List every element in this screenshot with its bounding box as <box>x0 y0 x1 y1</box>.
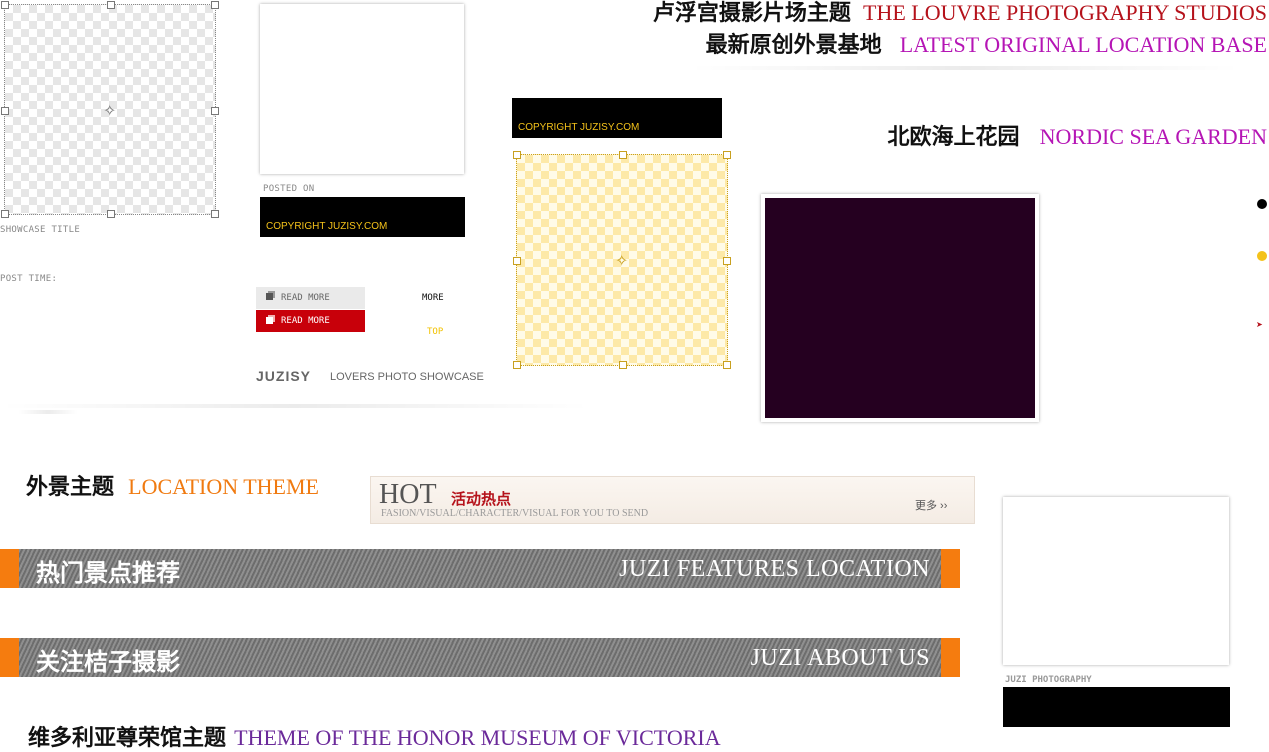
highlight-image-placeholder[interactable]: ✧ <box>513 151 731 369</box>
showcase-title: SHOWCASE TITLE <box>0 225 81 235</box>
resize-handle[interactable] <box>1 107 9 115</box>
hot-label: HOT <box>379 479 437 510</box>
brand-logo: JUZISY <box>256 368 312 384</box>
hot-events-bar: HOT 活动热点 FASION/VISUAL/CHARACTER/VISUAL … <box>370 476 975 524</box>
resize-handle[interactable] <box>619 151 627 159</box>
resize-handle[interactable] <box>211 210 219 218</box>
more-link[interactable]: 更多 ›› <box>915 497 947 513</box>
read-more-button[interactable]: READ MORE <box>256 287 365 309</box>
resize-handle[interactable] <box>723 257 731 265</box>
copyright-bar: COPYRIGHT JUZISY.COM <box>512 98 722 138</box>
yellow-dot-icon[interactable] <box>1257 251 1267 261</box>
latest-heading: 最新原创外景基地 LATEST ORIGINAL LOCATION BASE <box>705 32 1267 58</box>
more-link[interactable]: MORE <box>422 293 444 303</box>
resize-handle[interactable] <box>1 210 9 218</box>
resize-handle[interactable] <box>107 1 115 9</box>
copyright-text: COPYRIGHT JUZISY.COM <box>518 122 640 133</box>
location-theme-heading: 外景主题 LOCATION THEME <box>26 474 319 500</box>
copyright-text: COPYRIGHT JUZISY.COM <box>266 221 388 232</box>
photography-card <box>1003 497 1229 665</box>
top-link[interactable]: TOP <box>427 327 443 337</box>
hot-subtitle: FASION/VISUAL/CHARACTER/VISUAL FOR YOU T… <box>381 508 649 519</box>
hot-label-cn: 活动热点 <box>451 490 512 508</box>
resize-handle[interactable] <box>513 151 521 159</box>
resize-handle[interactable] <box>513 361 521 369</box>
shadow-divider <box>18 410 78 414</box>
resize-handle[interactable] <box>723 361 731 369</box>
resize-handle[interactable] <box>211 107 219 115</box>
read-more-label: READ MORE <box>281 293 330 303</box>
resize-handle[interactable] <box>1 1 9 9</box>
black-dot-icon[interactable] <box>1257 199 1267 209</box>
read-more-button-active[interactable]: READ MORE <box>256 310 365 332</box>
copyright-bar: COPYRIGHT JUZISY.COM <box>260 197 465 237</box>
resize-handle[interactable] <box>107 210 115 218</box>
louvre-heading: 卢浮宫摄影片场主题 THE LOUVRE PHOTOGRAPHY STUDIOS <box>652 0 1267 26</box>
posted-on-label: POSTED ON <box>263 184 315 194</box>
shadow-divider <box>0 404 590 408</box>
crosshair-icon: ✧ <box>103 103 117 120</box>
resize-handle[interactable] <box>513 257 521 265</box>
resize-handle[interactable] <box>619 361 627 369</box>
victoria-heading: 维多利亚尊荣馆主题 THEME OF THE HONOR MUSEUM OF V… <box>28 725 721 751</box>
read-more-label: READ MORE <box>281 316 330 326</box>
about-banner: 关注桔子摄影 JUZI ABOUT US <box>0 638 960 677</box>
read-more-icon <box>266 293 273 300</box>
photography-black-bar <box>1003 687 1230 727</box>
brand-tagline: LOVERS PHOTO SHOWCASE <box>330 371 484 383</box>
thumbnail-frame <box>260 4 464 174</box>
showcase-image-placeholder[interactable]: ✧ <box>1 1 219 218</box>
resize-handle[interactable] <box>211 1 219 9</box>
photo-dark-panel <box>765 198 1035 418</box>
features-banner: 热门景点推荐 JUZI FEATURES LOCATION <box>0 549 960 588</box>
post-time-label: POST TIME: <box>0 274 58 284</box>
crosshair-icon: ✧ <box>615 253 629 270</box>
photo-frame <box>761 194 1039 422</box>
shadow-divider <box>690 66 1240 70</box>
read-more-icon <box>266 317 273 324</box>
nordic-heading: 北欧海上花园 NORDIC SEA GARDEN <box>887 124 1268 150</box>
photography-label: JUZI PHOTOGRAPHY <box>1005 675 1092 685</box>
resize-handle[interactable] <box>723 151 731 159</box>
arrow-right-icon[interactable]: ➤ <box>1256 320 1263 329</box>
